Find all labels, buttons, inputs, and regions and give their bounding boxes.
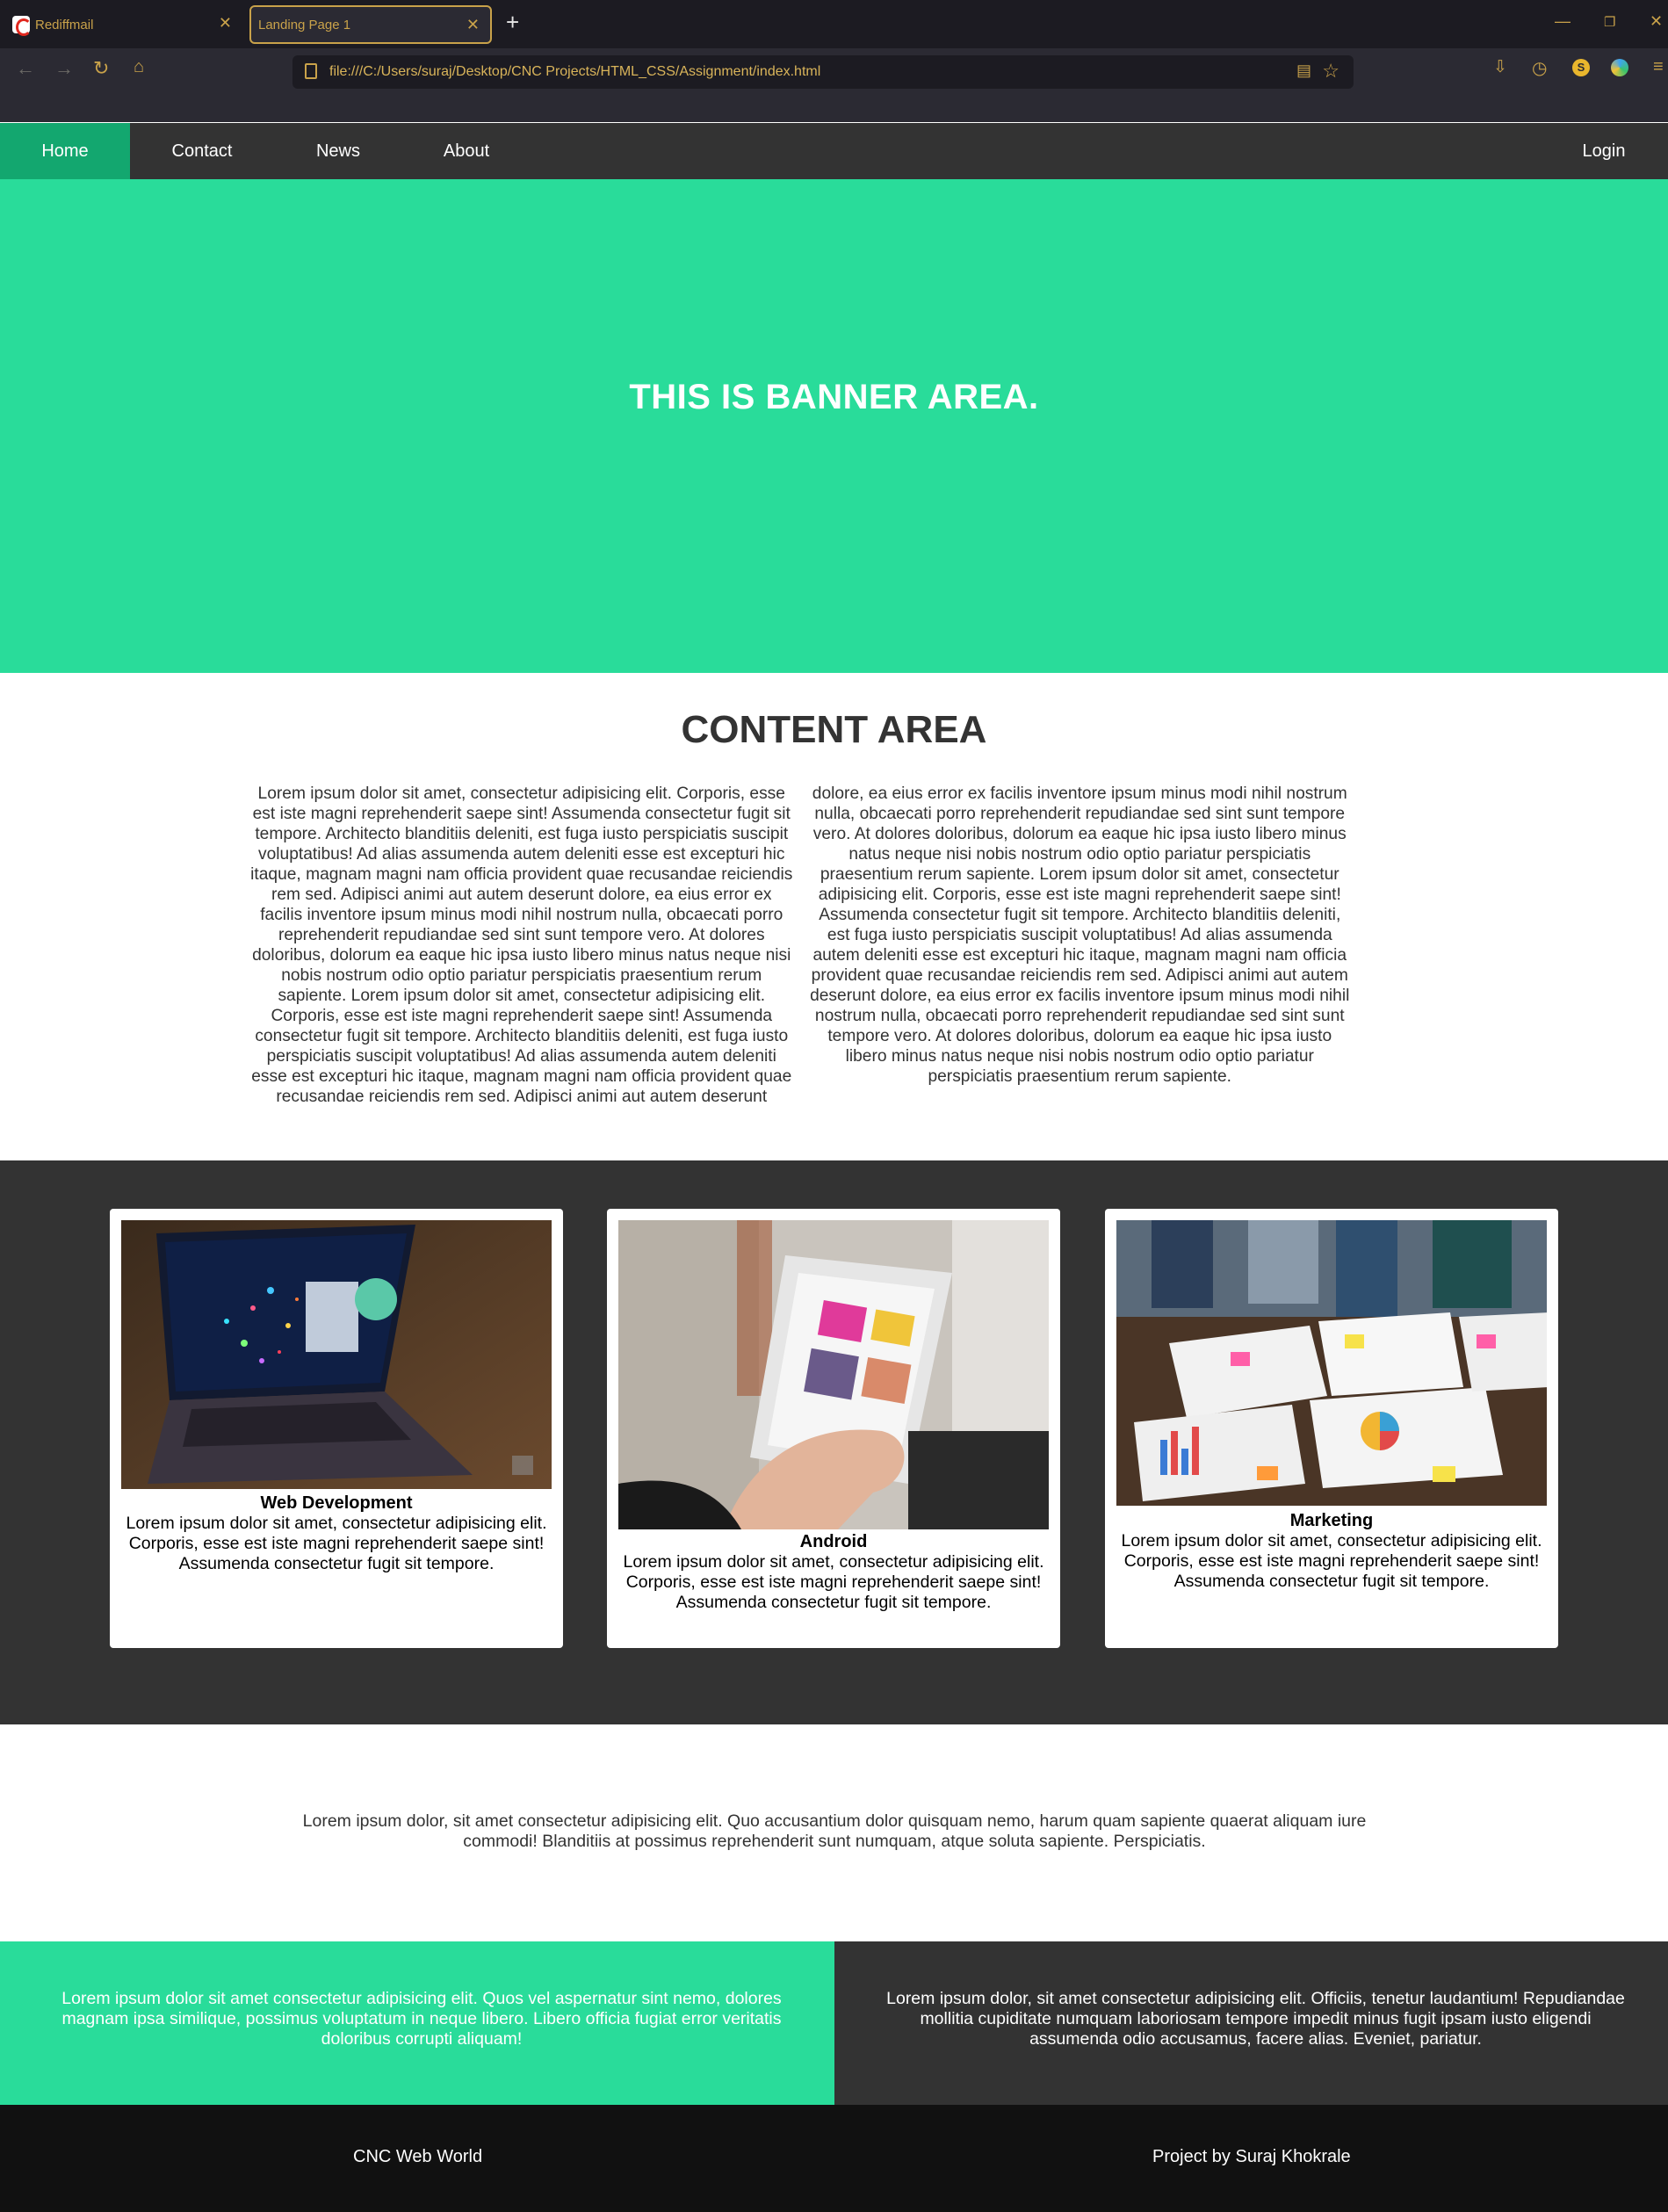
- minimize-icon[interactable]: —: [1555, 12, 1571, 31]
- restore-icon[interactable]: ❐: [1604, 14, 1615, 30]
- reload-icon[interactable]: ↻: [93, 57, 109, 80]
- nav-about[interactable]: About: [420, 123, 513, 179]
- pocket-icon[interactable]: ⇩: [1493, 57, 1507, 77]
- footer-right-text: Project by Suraj Khokrale: [1152, 2147, 1351, 2166]
- card-title: Android: [799, 1532, 868, 1551]
- back-icon[interactable]: ←: [16, 57, 35, 80]
- banner-title: THIS IS BANNER AREA.: [629, 378, 1039, 416]
- footer-left-text: CNC Web World: [353, 2147, 483, 2166]
- close-window-icon[interactable]: ✕: [1650, 12, 1663, 31]
- card-text: Lorem ipsum dolor sit amet, consectetur …: [1121, 1531, 1542, 1591]
- content-body: Lorem ipsum dolor sit amet, consectetur …: [250, 784, 1350, 1106]
- new-tab-icon[interactable]: +: [506, 9, 519, 36]
- card-web-development: Web Development Lorem ipsum dolor sit am…: [110, 1209, 563, 1648]
- content-area: CONTENT AREA Lorem ipsum dolor sit amet,…: [0, 673, 1668, 1160]
- browser-toolbar: ← → ↻ ⌂ file:///C:/Users/suraj/Desktop/C…: [0, 48, 1668, 122]
- browser-tab-bar: Rediffmail ✕ Landing Page 1 ✕ + — ❐ ✕: [0, 0, 1668, 48]
- extension-color-icon[interactable]: [1611, 59, 1628, 76]
- close-tab-icon[interactable]: ✕: [466, 16, 480, 34]
- address-text: file:///C:/Users/suraj/Desktop/CNC Proje…: [329, 64, 821, 79]
- charts-table-photo: [1116, 1220, 1547, 1506]
- close-tab-icon[interactable]: ✕: [219, 14, 232, 33]
- split-left-text: Lorem ipsum dolor sit amet consectetur a…: [61, 1989, 782, 2049]
- home-icon[interactable]: ⌂: [134, 57, 144, 77]
- rediffmail-favicon-icon: [12, 16, 32, 36]
- nav-login[interactable]: Login: [1560, 123, 1648, 179]
- nav-news[interactable]: News: [290, 123, 386, 179]
- extension-s-icon[interactable]: S: [1572, 59, 1590, 76]
- address-bar[interactable]: file:///C:/Users/suraj/Desktop/CNC Proje…: [292, 55, 1354, 89]
- cards-section: Web Development Lorem ipsum dolor sit am…: [0, 1160, 1668, 1724]
- forward-icon[interactable]: →: [54, 57, 74, 80]
- footer: CNC Web World Project by Suraj Khokrale: [0, 2105, 1668, 2212]
- banner-area: THIS IS BANNER AREA.: [0, 179, 1668, 673]
- tab-label: Landing Page 1: [258, 17, 351, 33]
- split-right-panel: Lorem ipsum dolor, sit amet consectetur …: [834, 1941, 1668, 2105]
- page-icon: [305, 63, 317, 79]
- card-title: Web Development: [260, 1493, 413, 1513]
- content-title: CONTENT AREA: [681, 708, 987, 751]
- smartphone-photo: [618, 1220, 1049, 1529]
- card-caption: Marketing Lorem ipsum dolor sit amet, co…: [1114, 1511, 1549, 1592]
- card-caption: Web Development Lorem ipsum dolor sit am…: [119, 1493, 554, 1574]
- card-text: Lorem ipsum dolor sit amet, consectetur …: [126, 1514, 547, 1573]
- nav-contact[interactable]: Contact: [151, 123, 253, 179]
- card-text: Lorem ipsum dolor sit amet, consectetur …: [623, 1552, 1044, 1612]
- menu-icon[interactable]: ≡: [1653, 57, 1664, 77]
- tab-landing-page[interactable]: Landing Page 1 ✕: [249, 5, 492, 44]
- laptop-photo: [121, 1220, 552, 1489]
- tab-label: Rediffmail: [35, 17, 94, 33]
- split-right-text: Lorem ipsum dolor, sit amet consectetur …: [886, 1989, 1625, 2049]
- nav-home[interactable]: Home: [0, 123, 130, 179]
- bookmark-star-icon[interactable]: ☆: [1322, 60, 1339, 83]
- history-clock-icon[interactable]: ◷: [1532, 57, 1547, 79]
- main-navbar: Home Contact News About Login: [0, 123, 1668, 179]
- tab-rediffmail[interactable]: Rediffmail ✕: [5, 5, 242, 44]
- quote-section: Lorem ipsum dolor, sit amet consectetur …: [0, 1724, 1668, 1941]
- card-android: Android Lorem ipsum dolor sit amet, cons…: [607, 1209, 1060, 1648]
- split-left-panel: Lorem ipsum dolor sit amet consectetur a…: [0, 1941, 834, 2105]
- card-caption: Android Lorem ipsum dolor sit amet, cons…: [616, 1532, 1051, 1613]
- reader-view-icon[interactable]: ▤: [1296, 61, 1311, 80]
- quote-text: Lorem ipsum dolor, sit amet consectetur …: [302, 1811, 1367, 1851]
- card-title: Marketing: [1289, 1511, 1374, 1530]
- card-marketing: Marketing Lorem ipsum dolor sit amet, co…: [1105, 1209, 1558, 1648]
